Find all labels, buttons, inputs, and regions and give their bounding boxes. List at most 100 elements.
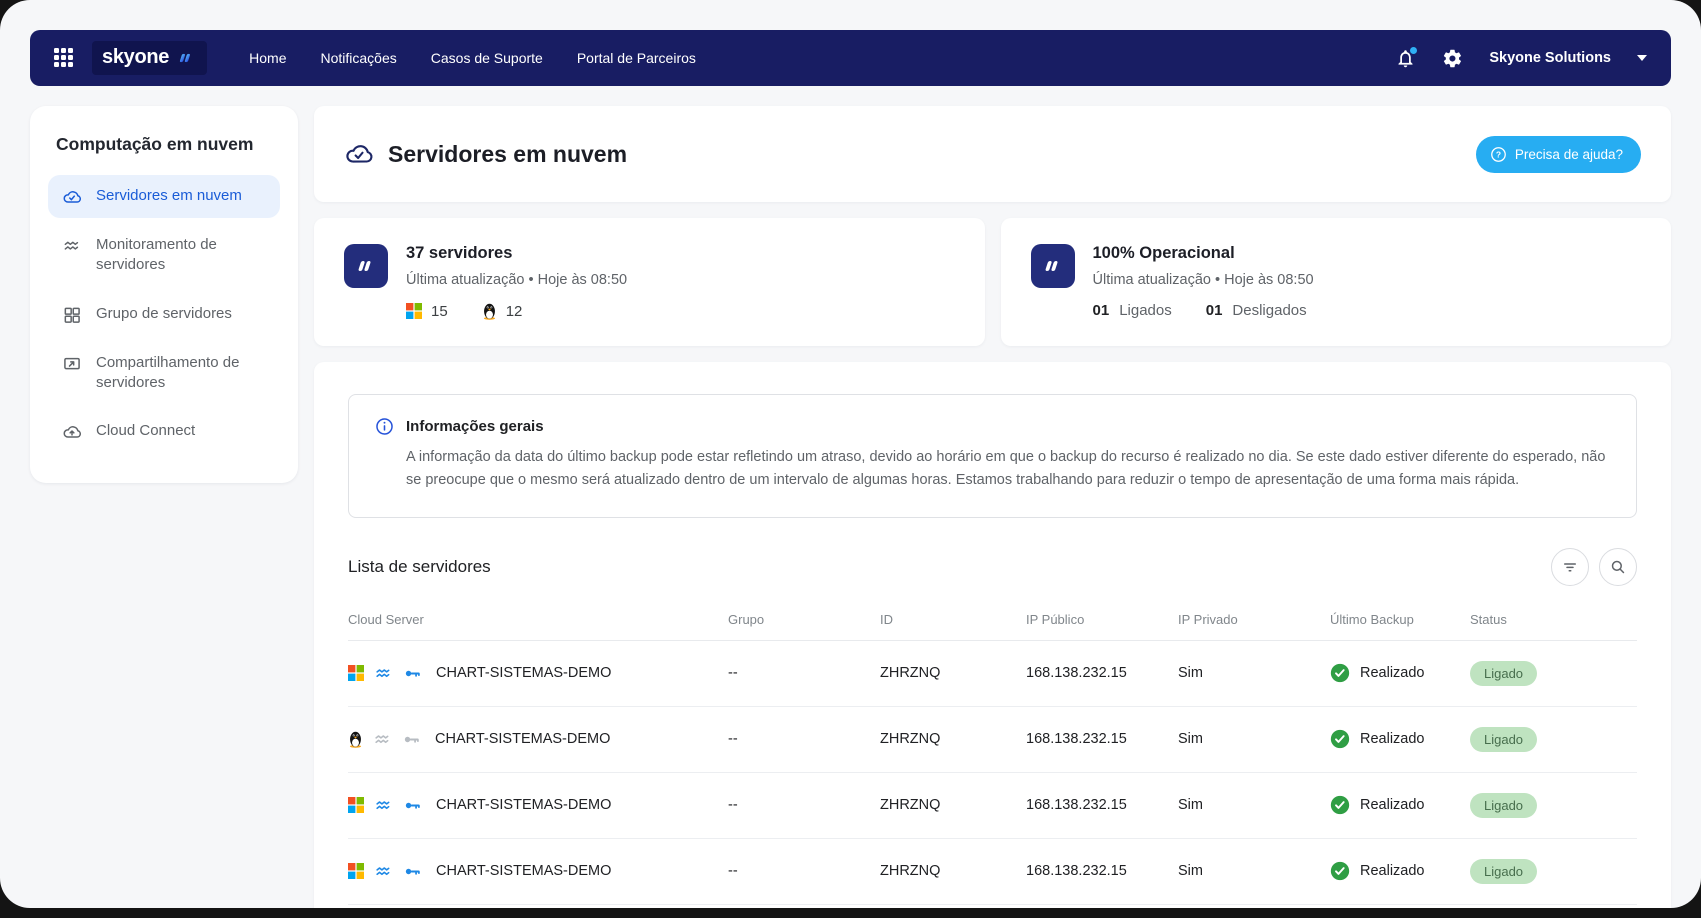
- off-count: 01Desligados: [1206, 302, 1307, 319]
- skyone-logo[interactable]: skyone: [92, 41, 207, 75]
- sidebar-item-monitoramento[interactable]: Monitoramento de servidores: [48, 224, 280, 287]
- col-ip-privado: IP Privado: [1178, 612, 1330, 627]
- server-id: ZHRZNQ: [880, 665, 1026, 681]
- account-name[interactable]: Skyone Solutions: [1489, 50, 1611, 66]
- server-id: ZHRZNQ: [880, 863, 1026, 879]
- sidebar: Computação em nuvem Servidores em nuvem …: [30, 106, 298, 483]
- skyone-mark-icon: [1031, 244, 1075, 288]
- info-body: A informação da data do último backup po…: [406, 446, 1610, 493]
- nav-right: Skyone Solutions: [1395, 48, 1647, 69]
- server-group: --: [728, 665, 880, 681]
- check-circle-icon: [1330, 663, 1350, 683]
- backup-status: Realizado: [1360, 863, 1425, 879]
- server-name: CHART-SISTEMAS-DEMO: [436, 797, 611, 813]
- sidebar-item-compartilhamento[interactable]: Compartilhamento de servidores: [48, 342, 280, 405]
- server-private-ip: Sim: [1178, 863, 1330, 879]
- monitoring-icon: [374, 664, 393, 683]
- nav-links: Home Notificações Casos de Suporte Porta…: [249, 50, 696, 66]
- col-ultimo-backup: Último Backup: [1330, 612, 1470, 627]
- server-private-ip: Sim: [1178, 797, 1330, 813]
- search-icon: [1609, 558, 1627, 576]
- key-icon: [403, 862, 422, 881]
- table-row[interactable]: CHART-SISTEMAS-DEMO -- ZHRZNQ 168.138.23…: [348, 773, 1637, 839]
- page-header: Servidores em nuvem ? Precisa de ajuda?: [314, 106, 1671, 202]
- server-group: --: [728, 863, 880, 879]
- logo-text: skyone: [102, 46, 169, 69]
- servers-count-title: 37 servidores: [406, 244, 627, 263]
- table-row[interactable]: CHART-SISTEMAS-DEMO -- ZHRZNQ 168.138.23…: [348, 707, 1637, 773]
- check-circle-icon: [1330, 729, 1350, 749]
- info-title: Informações gerais: [406, 418, 544, 435]
- backup-status: Realizado: [1360, 797, 1425, 813]
- status-badge: Ligado: [1470, 661, 1537, 686]
- filter-icon: [1561, 558, 1579, 576]
- linux-icon: [482, 302, 497, 320]
- col-ip-publico: IP Público: [1026, 612, 1178, 627]
- sidebar-item-cloud-connect[interactable]: Cloud Connect: [48, 410, 280, 453]
- check-circle-icon: [1330, 795, 1350, 815]
- server-name: CHART-SISTEMAS-DEMO: [436, 863, 611, 879]
- server-name: CHART-SISTEMAS-DEMO: [435, 731, 610, 747]
- linux-icon: [348, 730, 363, 748]
- top-navbar: skyone Home Notificações Casos de Suport…: [30, 30, 1671, 86]
- operational-title: 100% Operacional: [1093, 244, 1314, 263]
- gear-icon[interactable]: [1442, 48, 1463, 69]
- info-box: Informações gerais A informação da data …: [348, 394, 1637, 518]
- question-circle-icon: ?: [1490, 146, 1507, 163]
- skyone-swoosh-icon: [175, 49, 197, 67]
- grid-icon: [62, 305, 82, 325]
- server-public-ip: 168.138.232.15: [1026, 797, 1178, 813]
- col-grupo: Grupo: [728, 612, 880, 627]
- servers-stat-card: 37 servidores Última atualização • Hoje …: [314, 218, 985, 346]
- sidebar-heading: Computação em nuvem: [48, 134, 280, 155]
- monitoring-icon: [373, 730, 392, 749]
- server-list-card: Informações gerais A informação da data …: [314, 362, 1671, 908]
- server-public-ip: 168.138.232.15: [1026, 731, 1178, 747]
- windows-icon: [348, 665, 364, 681]
- cloud-check-title-icon: [344, 139, 374, 169]
- server-id: ZHRZNQ: [880, 797, 1026, 813]
- windows-icon: [348, 863, 364, 879]
- monitoring-icon: [374, 796, 393, 815]
- cloud-up-icon: [62, 422, 82, 442]
- check-circle-icon: [1330, 861, 1350, 881]
- cloud-check-icon: [62, 187, 82, 207]
- caret-down-icon[interactable]: [1637, 55, 1647, 61]
- on-count: 01Ligados: [1093, 302, 1172, 319]
- monitoring-icon: [374, 862, 393, 881]
- filter-button[interactable]: [1551, 548, 1589, 586]
- server-table: Cloud Server Grupo ID IP Público IP Priv…: [348, 598, 1637, 905]
- share-screen-icon: [62, 354, 82, 374]
- server-public-ip: 168.138.232.15: [1026, 863, 1178, 879]
- nav-link-home[interactable]: Home: [249, 50, 286, 66]
- search-button[interactable]: [1599, 548, 1637, 586]
- help-button[interactable]: ? Precisa de ajuda?: [1476, 136, 1641, 173]
- status-badge: Ligado: [1470, 727, 1537, 752]
- bell-icon[interactable]: [1395, 48, 1416, 69]
- info-icon: [375, 417, 394, 436]
- nav-link-notificacoes[interactable]: Notificações: [321, 50, 397, 66]
- nav-link-casos-de-suporte[interactable]: Casos de Suporte: [431, 50, 543, 66]
- sidebar-item-servidores-em-nuvem[interactable]: Servidores em nuvem: [48, 175, 280, 218]
- sidebar-item-label: Compartilhamento de servidores: [96, 353, 266, 394]
- server-id: ZHRZNQ: [880, 731, 1026, 747]
- table-row[interactable]: CHART-SISTEMAS-DEMO -- ZHRZNQ 168.138.23…: [348, 641, 1637, 707]
- waves-icon: [62, 236, 82, 256]
- nav-link-portal-de-parceiros[interactable]: Portal de Parceiros: [577, 50, 696, 66]
- sidebar-item-grupo[interactable]: Grupo de servidores: [48, 293, 280, 336]
- server-private-ip: Sim: [1178, 731, 1330, 747]
- apps-grid-icon[interactable]: [54, 48, 74, 68]
- key-icon: [403, 796, 422, 815]
- windows-icon: [348, 797, 364, 813]
- server-private-ip: Sim: [1178, 665, 1330, 681]
- key-icon: [403, 664, 422, 683]
- status-badge: Ligado: [1470, 859, 1537, 884]
- app-window: skyone Home Notificações Casos de Suport…: [0, 0, 1701, 908]
- operational-stat-card: 100% Operacional Última atualização • Ho…: [1001, 218, 1672, 346]
- backup-status: Realizado: [1360, 665, 1425, 681]
- skyone-mark-icon: [344, 244, 388, 288]
- svg-text:?: ?: [1496, 149, 1501, 159]
- table-row[interactable]: CHART-SISTEMAS-DEMO -- ZHRZNQ 168.138.23…: [348, 839, 1637, 905]
- server-public-ip: 168.138.232.15: [1026, 665, 1178, 681]
- sidebar-item-label: Servidores em nuvem: [96, 186, 242, 206]
